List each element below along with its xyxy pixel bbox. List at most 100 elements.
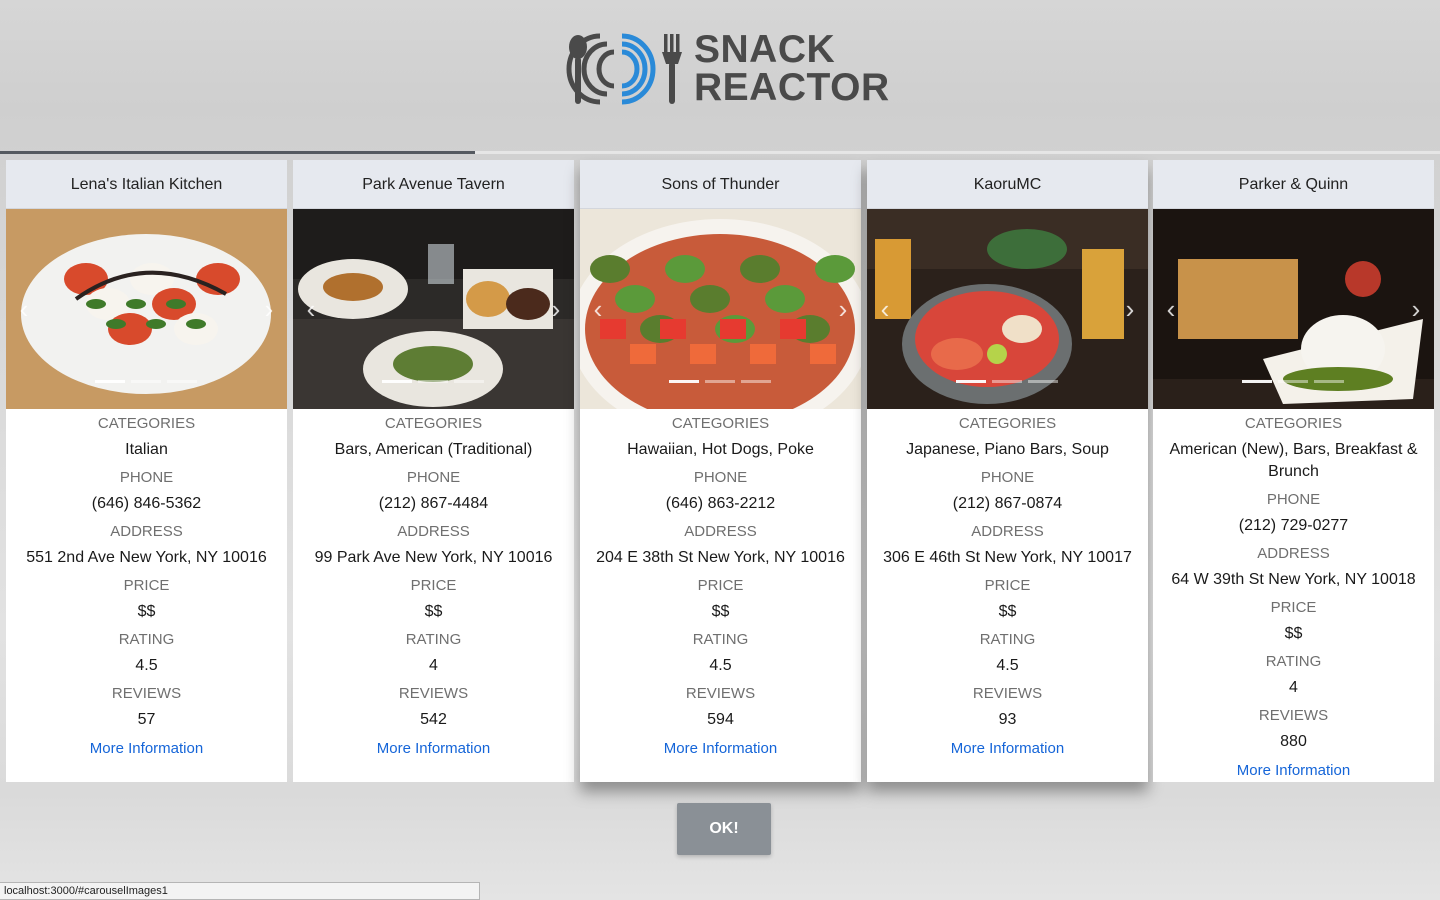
categories-label: CATEGORIES <box>97 415 196 432</box>
address-label: ADDRESS <box>684 523 757 540</box>
reviews-value: 57 <box>137 711 156 728</box>
carousel-indicators <box>669 380 773 383</box>
reviews-value: 93 <box>998 711 1017 728</box>
food-photo <box>6 209 287 409</box>
status-bar-url: localhost:3000/#carouselImages1 <box>0 882 480 900</box>
carousel-indicator[interactable] <box>669 380 699 383</box>
food-photo <box>867 209 1148 409</box>
categories-value: Italian <box>125 441 168 458</box>
carousel-indicator[interactable] <box>1278 380 1308 383</box>
logo-line-1: SNACK <box>694 28 836 71</box>
food-photo <box>1153 209 1434 409</box>
photo-carousel[interactable]: ‹ › <box>580 209 861 409</box>
logo-line-2: REACTOR <box>694 66 890 109</box>
restaurant-details: CATEGORIES Bars, American (Traditional) PH… <box>293 409 574 759</box>
categories-value: Japanese, Piano Bars, Soup <box>906 441 1109 458</box>
address-label: ADDRESS <box>1257 545 1330 562</box>
carousel-indicator[interactable] <box>992 380 1022 383</box>
more-information-link[interactable]: More Information <box>951 739 1064 759</box>
carousel-prev-icon[interactable]: ‹ <box>588 295 608 323</box>
restaurant-name: Park Avenue Tavern <box>293 160 574 209</box>
logo-wordmark: SNACK REACTOR <box>694 28 890 109</box>
restaurant-name: Sons of Thunder <box>580 160 861 209</box>
restaurant-name: Lena's Italian Kitchen <box>6 160 287 209</box>
carousel-indicator[interactable] <box>95 380 125 383</box>
address-label: ADDRESS <box>971 523 1044 540</box>
address-value: 204 E 38th St New York, NY 10016 <box>596 549 845 566</box>
carousel-next-icon[interactable]: › <box>1120 295 1140 323</box>
restaurant-name: Parker & Quinn <box>1153 160 1434 209</box>
carousel-indicators <box>95 380 199 383</box>
phone-label: PHONE <box>693 469 748 486</box>
categories-value: American (New), Bars, Breakfast & Brunch <box>1169 441 1418 480</box>
phone-label: PHONE <box>1266 491 1321 508</box>
phone-label: PHONE <box>119 469 174 486</box>
rating-label: RATING <box>979 631 1036 648</box>
photo-carousel[interactable]: ‹ › <box>293 209 574 409</box>
carousel-indicator[interactable] <box>705 380 735 383</box>
more-information-link[interactable]: More Information <box>1237 761 1350 781</box>
more-information-link[interactable]: More Information <box>377 739 490 759</box>
carousel-prev-icon[interactable]: ‹ <box>875 295 895 323</box>
carousel-prev-icon[interactable]: ‹ <box>14 295 34 323</box>
address-label: ADDRESS <box>110 523 183 540</box>
carousel-indicator[interactable] <box>956 380 986 383</box>
carousel-next-icon[interactable]: › <box>546 295 566 323</box>
restaurant-details: CATEGORIES Italian PHONE (646) 846-5362 ADDR… <box>6 409 287 759</box>
photo-carousel[interactable]: ‹ › <box>6 209 287 409</box>
carousel-indicator[interactable] <box>741 380 771 383</box>
reviews-value: 594 <box>707 711 734 728</box>
phone-value: (212) 867-0874 <box>952 495 1063 512</box>
carousel-prev-icon[interactable]: ‹ <box>1161 295 1181 323</box>
photo-carousel[interactable]: ‹ › <box>1153 209 1434 409</box>
rating-label: RATING <box>1265 653 1322 670</box>
price-value: $$ <box>998 603 1017 620</box>
carousel-prev-icon[interactable]: ‹ <box>301 295 321 323</box>
reviews-label: REVIEWS <box>398 685 469 702</box>
restaurant-card: Sons of Thunder ‹ › CATEGORIES Hawaiian, Hot… <box>580 160 861 782</box>
carousel-indicators <box>382 380 486 383</box>
carousel-indicator[interactable] <box>1314 380 1344 383</box>
ok-button[interactable]: OK! <box>677 803 771 855</box>
carousel-indicator[interactable] <box>454 380 484 383</box>
address-value: 306 E 46th St New York, NY 10017 <box>883 549 1132 566</box>
price-label: PRICE <box>697 577 744 594</box>
carousel-indicator[interactable] <box>1028 380 1058 383</box>
phone-value: (646) 863-2212 <box>665 495 776 512</box>
price-label: PRICE <box>1270 599 1317 616</box>
restaurant-card: KaoruMC ‹ › CATEGORIES Japanese, Piano Bars,… <box>867 160 1148 782</box>
address-value: 99 Park Ave New York, NY 10016 <box>314 549 553 566</box>
price-label: PRICE <box>123 577 170 594</box>
carousel-next-icon[interactable]: › <box>1406 295 1426 323</box>
restaurant-card: Parker & Quinn ‹ › CATEGORIES American (New)… <box>1153 160 1434 782</box>
rating-label: RATING <box>692 631 749 648</box>
carousel-next-icon[interactable]: › <box>833 295 853 323</box>
carousel-indicator[interactable] <box>418 380 448 383</box>
price-value: $$ <box>711 603 730 620</box>
restaurant-details: CATEGORIES American (New), Bars, Breakfas… <box>1153 409 1434 781</box>
carousel-indicator[interactable] <box>1242 380 1272 383</box>
photo-carousel[interactable]: ‹ › <box>867 209 1148 409</box>
progress-fill <box>0 151 476 154</box>
categories-label: CATEGORIES <box>1244 415 1343 432</box>
more-information-link[interactable]: More Information <box>664 739 777 759</box>
price-label: PRICE <box>984 577 1031 594</box>
price-label: PRICE <box>410 577 457 594</box>
phone-value: (212) 729-0277 <box>1238 517 1349 534</box>
rating-label: RATING <box>405 631 462 648</box>
restaurant-card: Park Avenue Tavern ‹ › CATEGORIES Bars, Amer… <box>293 160 574 782</box>
logo-mark-icon <box>566 33 682 105</box>
address-value: 64 W 39th St New York, NY 10018 <box>1171 571 1416 588</box>
snack-reactor-logo[interactable]: SNACK REACTOR <box>566 30 890 108</box>
phone-value: (646) 846-5362 <box>91 495 202 512</box>
reviews-value: 880 <box>1280 733 1307 750</box>
price-value: $$ <box>424 603 443 620</box>
carousel-indicator[interactable] <box>382 380 412 383</box>
price-value: $$ <box>1284 625 1303 642</box>
carousel-indicator[interactable] <box>167 380 197 383</box>
food-photo <box>293 209 574 409</box>
carousel-indicators <box>1242 380 1346 383</box>
carousel-indicator[interactable] <box>131 380 161 383</box>
carousel-next-icon[interactable]: › <box>259 295 279 323</box>
more-information-link[interactable]: More Information <box>90 739 203 759</box>
